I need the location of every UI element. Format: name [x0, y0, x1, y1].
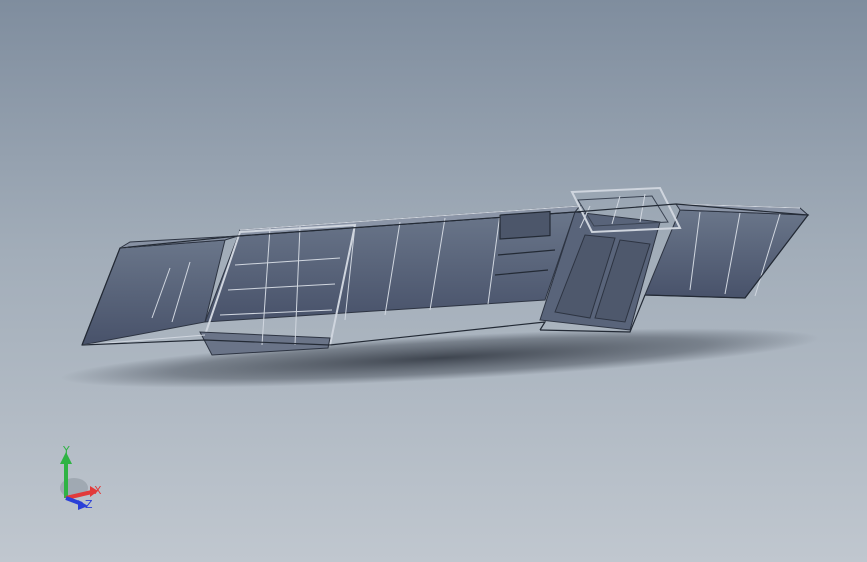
left-table-panel	[81, 239, 226, 346]
triad-z-label: Z	[85, 498, 93, 511]
model-shadow	[60, 328, 820, 388]
triad-x-label: X	[94, 484, 102, 497]
triad-y-label: Y	[63, 444, 70, 457]
3d-model-view[interactable]	[0, 0, 867, 562]
coordinate-triad[interactable]: Y X Z	[52, 440, 112, 515]
graphics-viewport[interactable]: Y X Z	[0, 0, 867, 562]
